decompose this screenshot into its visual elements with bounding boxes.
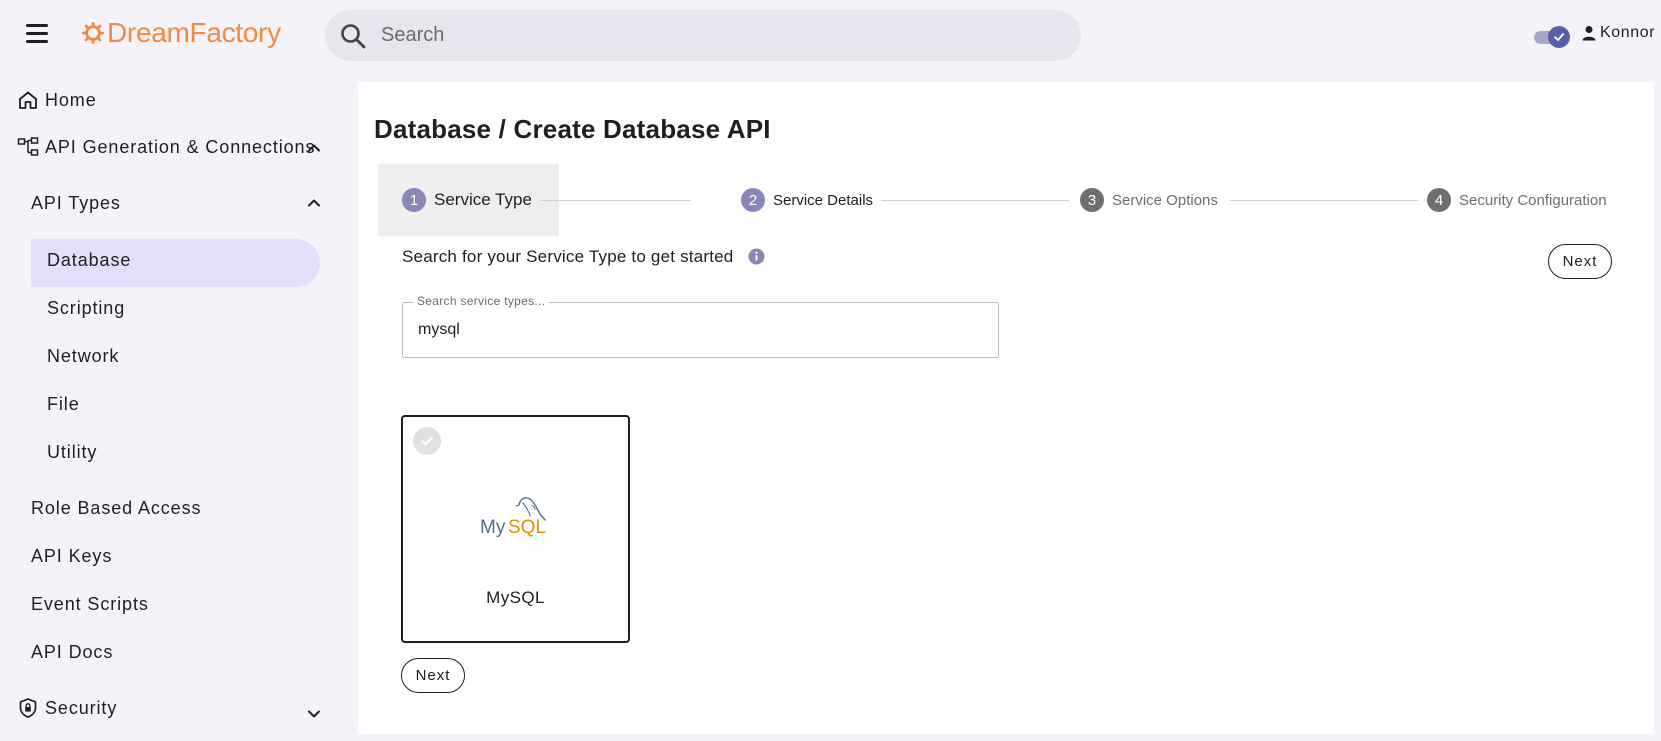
sidebar-item-api-keys[interactable]: API Keys — [31, 546, 112, 567]
brand-name: DreamFactory — [107, 17, 281, 48]
api-tree-icon — [17, 137, 39, 156]
sidebar-item-label: Database — [47, 250, 132, 270]
sidebar-item-api-types[interactable]: API Types — [31, 193, 121, 214]
user-name: Konnor — [1600, 24, 1656, 41]
stepper-connector — [881, 200, 1069, 201]
sidebar-item-label: Home — [45, 89, 97, 110]
chevron-up-icon[interactable] — [306, 195, 322, 211]
sidebar-item-label: Utility — [47, 442, 98, 462]
step-service-options[interactable]: 3 Service Options — [1080, 188, 1218, 212]
check-icon — [1548, 26, 1570, 48]
service-type-search-input[interactable] — [418, 303, 978, 357]
sidebar-item-label: File — [47, 394, 80, 414]
menu-icon[interactable] — [26, 24, 50, 46]
sidebar: Home API Generation & Connections API Ty… — [0, 78, 340, 741]
theme-toggle[interactable] — [1534, 26, 1570, 48]
stepper-connector — [540, 200, 691, 201]
svg-text:SQL: SQL — [508, 517, 546, 538]
main-panel: Database / Create Database API 1 Service… — [358, 82, 1654, 734]
brand-logo[interactable]: DreamFactory — [82, 17, 281, 49]
sidebar-item-event-scripts[interactable]: Event Scripts — [31, 594, 149, 615]
search-input[interactable] — [381, 10, 1061, 61]
step-service-type[interactable]: 1 Service Type — [402, 188, 532, 212]
step-service-details[interactable]: 2 Service Details — [741, 188, 873, 212]
sidebar-item-label: Event Scripts — [31, 594, 149, 614]
sidebar-item-file[interactable]: File — [47, 394, 80, 415]
top-bar: DreamFactory Konnor — [0, 0, 1661, 70]
step-number: 3 — [1080, 188, 1104, 212]
page-title: Database / Create Database API — [374, 114, 771, 144]
security-shield-icon — [19, 698, 37, 718]
chevron-up-icon[interactable] — [306, 140, 322, 156]
sidebar-item-api-docs[interactable]: API Docs — [31, 642, 113, 663]
service-type-search-field: Search service types... — [402, 294, 999, 358]
sidebar-item-label: API Keys — [31, 546, 113, 566]
svg-text:My: My — [480, 517, 506, 538]
step-label: Security Configuration — [1459, 191, 1607, 209]
step-number: 1 — [402, 188, 426, 212]
sidebar-item-api-generation[interactable]: API Generation & Connections — [17, 136, 315, 158]
stepper-connector — [1230, 200, 1418, 201]
step-number: 2 — [741, 188, 765, 212]
sidebar-item-network[interactable]: Network — [47, 346, 119, 367]
sidebar-item-scripting[interactable]: Scripting — [47, 298, 125, 319]
sidebar-item-database[interactable]: Database — [47, 250, 131, 271]
step-number: 4 — [1427, 188, 1451, 212]
search-icon — [341, 24, 366, 49]
sidebar-item-label: API Types — [31, 193, 121, 213]
sidebar-item-label: Network — [47, 346, 120, 366]
check-icon[interactable] — [413, 427, 441, 455]
chevron-down-icon[interactable] — [306, 706, 322, 722]
sidebar-item-utility[interactable]: Utility — [47, 442, 97, 463]
step-label: Service Type — [434, 190, 532, 209]
step-security-configuration[interactable]: 4 Security Configuration — [1427, 188, 1607, 212]
global-search — [325, 10, 1081, 61]
sidebar-item-role-based-access[interactable]: Role Based Access — [31, 498, 201, 519]
user-menu[interactable]: Konnor — [1582, 24, 1655, 42]
info-icon[interactable] — [748, 248, 765, 265]
sidebar-item-label: API Docs — [31, 642, 114, 662]
sidebar-item-label: Role Based Access — [31, 498, 202, 518]
mysql-logo-icon: My SQL . — [480, 497, 546, 538]
next-button-top[interactable]: Next — [1548, 244, 1612, 279]
sidebar-item-label: Security — [45, 697, 118, 718]
user-icon — [1582, 26, 1596, 41]
service-card-mysql[interactable]: My SQL . MySQL — [401, 415, 630, 643]
step-label: Service Details — [773, 191, 874, 209]
sidebar-item-label: Scripting — [47, 298, 126, 318]
sidebar-item-home[interactable]: Home — [17, 89, 97, 111]
gear-icon — [82, 22, 104, 44]
card-title: MySQL — [486, 588, 545, 607]
home-icon — [19, 91, 37, 109]
next-button-bottom[interactable]: Next — [401, 658, 465, 693]
sidebar-item-security[interactable]: Security — [17, 697, 117, 719]
sidebar-item-label: API Generation & Connections — [45, 136, 316, 157]
step-label: Service Options — [1112, 191, 1218, 209]
intro-text: Search for your Service Type to get star… — [402, 247, 734, 266]
